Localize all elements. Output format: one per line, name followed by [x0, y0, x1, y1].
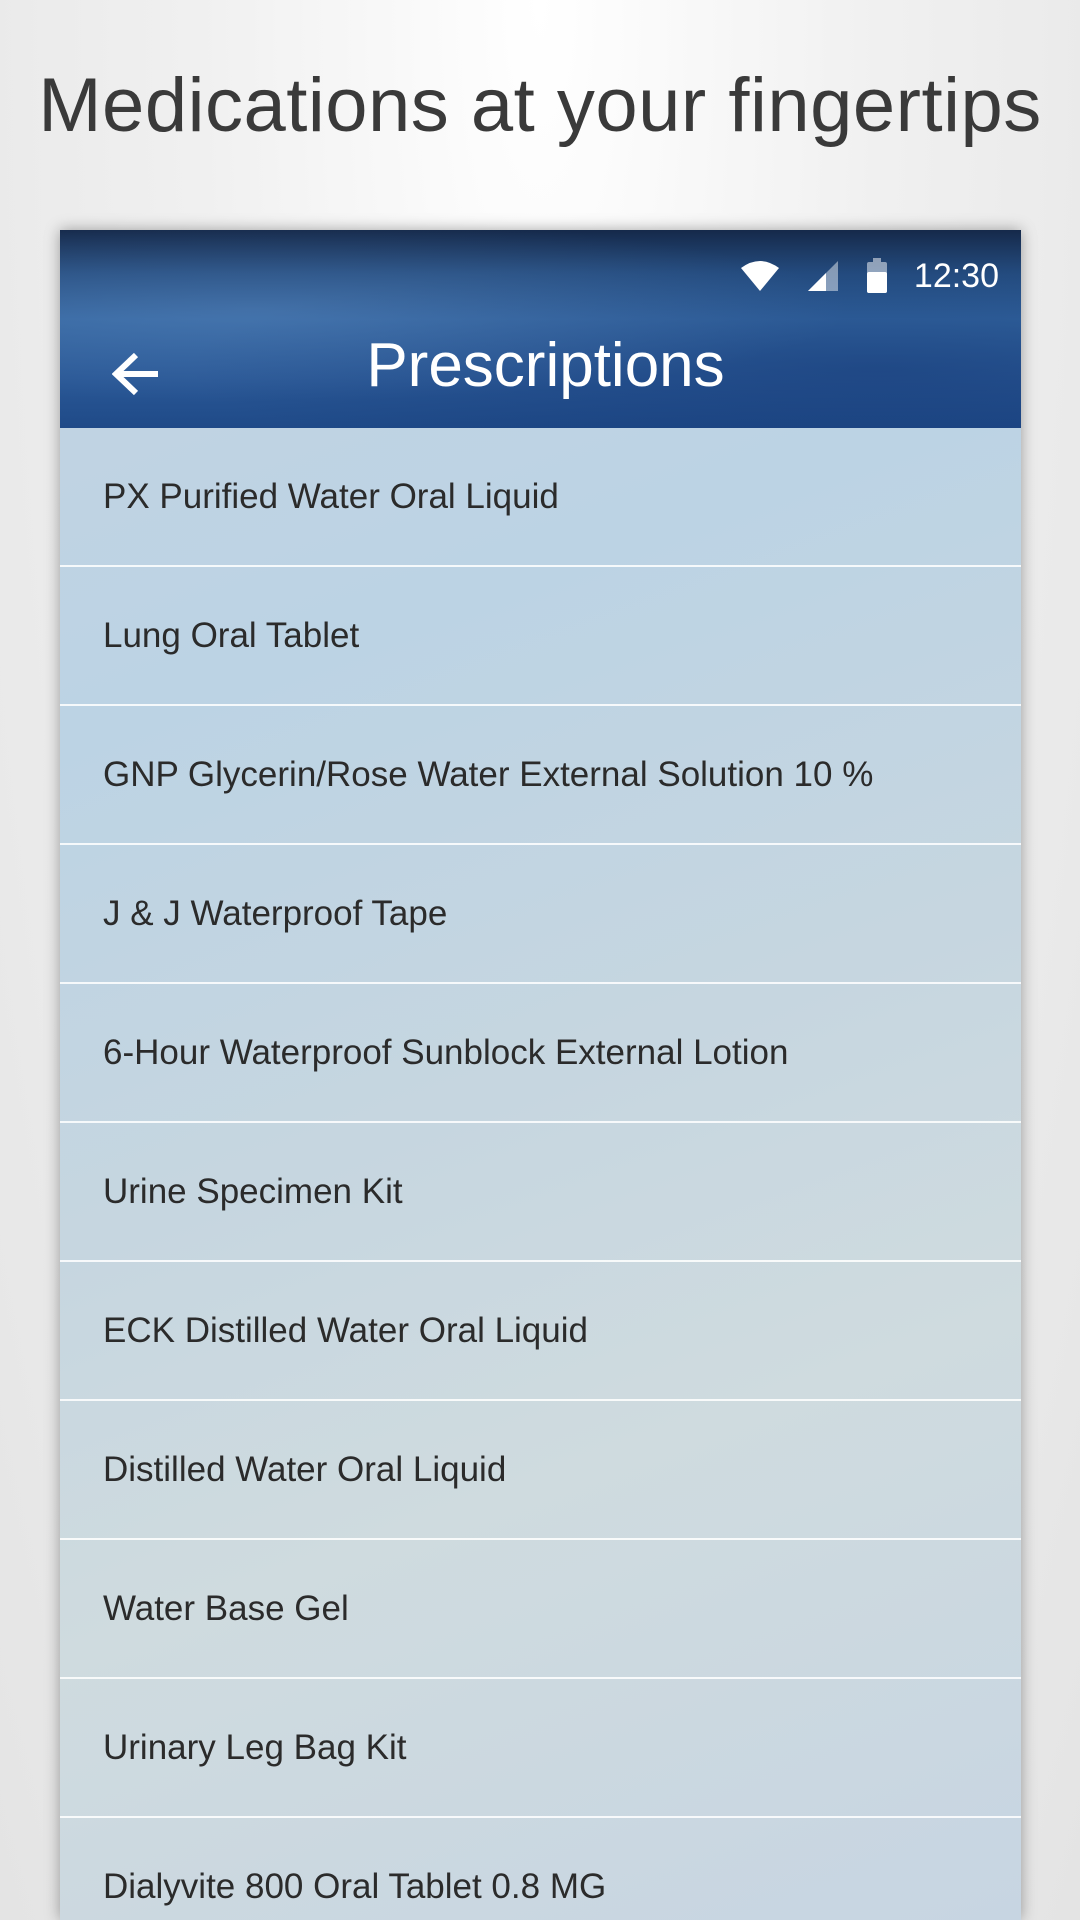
prescription-item[interactable]: Dialyvite 800 Oral Tablet 0.8 MG	[60, 1818, 1021, 1920]
wifi-icon	[740, 259, 780, 293]
prescription-item[interactable]: Water Base Gel	[60, 1540, 1021, 1679]
prescription-item[interactable]: Distilled Water Oral Liquid	[60, 1401, 1021, 1540]
cell-signal-icon	[806, 259, 840, 293]
battery-icon	[866, 258, 888, 294]
prescription-item[interactable]: PX Purified Water Oral Liquid	[60, 428, 1021, 567]
prescription-item[interactable]: 6-Hour Waterproof Sunblock External Loti…	[60, 984, 1021, 1123]
prescription-item[interactable]: Urine Specimen Kit	[60, 1123, 1021, 1262]
status-time: 12:30	[913, 256, 999, 295]
status-bar: 12:30	[740, 248, 999, 304]
phone-screen: 12:30 Prescriptions PX Purified Water Or…	[60, 230, 1021, 1920]
prescription-item[interactable]: GNP Glycerin/Rose Water External Solutio…	[60, 706, 1021, 845]
prescription-item[interactable]: Lung Oral Tablet	[60, 567, 1021, 706]
prescription-item[interactable]: ECK Distilled Water Oral Liquid	[60, 1262, 1021, 1401]
promo-headline: Medications at your fingertips	[38, 63, 1042, 148]
prescription-item[interactable]: J & J Waterproof Tape	[60, 845, 1021, 984]
prescription-item[interactable]: Urinary Leg Bag Kit	[60, 1679, 1021, 1818]
page-title: Prescriptions	[366, 331, 725, 400]
app-bar: 12:30 Prescriptions	[60, 230, 1021, 428]
prescription-list: PX Purified Water Oral Liquid Lung Oral …	[60, 428, 1021, 1920]
